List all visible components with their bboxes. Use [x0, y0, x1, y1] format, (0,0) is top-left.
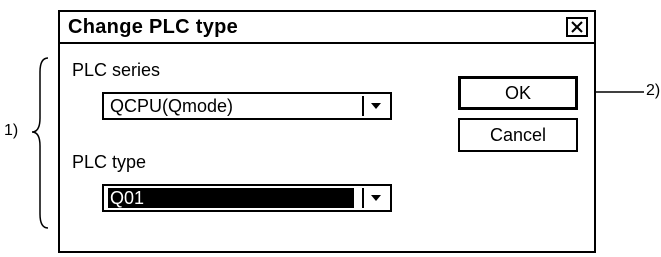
plc-type-select[interactable]: Q01 [102, 184, 392, 212]
cancel-button[interactable]: Cancel [458, 118, 578, 152]
annotation-2: 2) [646, 82, 661, 99]
plc-series-select[interactable]: QCPU(Qmode) [102, 92, 392, 120]
chevron-down-icon [371, 103, 381, 109]
dialog-title: Change PLC type [68, 16, 239, 38]
change-plc-type-dialog: Change PLC type PLC series QCPU(Qmode) P… [58, 10, 596, 253]
plc-series-dropdown-button[interactable] [362, 96, 388, 116]
close-icon [571, 21, 583, 33]
title-bar: Change PLC type [60, 12, 594, 44]
plc-type-value: Q01 [108, 188, 354, 208]
plc-series-label: PLC series [72, 60, 161, 80]
ok-button[interactable]: OK [458, 76, 578, 110]
plc-type-label: PLC type [72, 152, 147, 172]
plc-type-dropdown-button[interactable] [362, 188, 388, 208]
close-button[interactable] [566, 17, 588, 37]
chevron-down-icon [371, 195, 381, 201]
plc-series-value: QCPU(Qmode) [110, 96, 234, 116]
annotation-1: 1) [4, 122, 19, 139]
left-brace [31, 57, 49, 229]
